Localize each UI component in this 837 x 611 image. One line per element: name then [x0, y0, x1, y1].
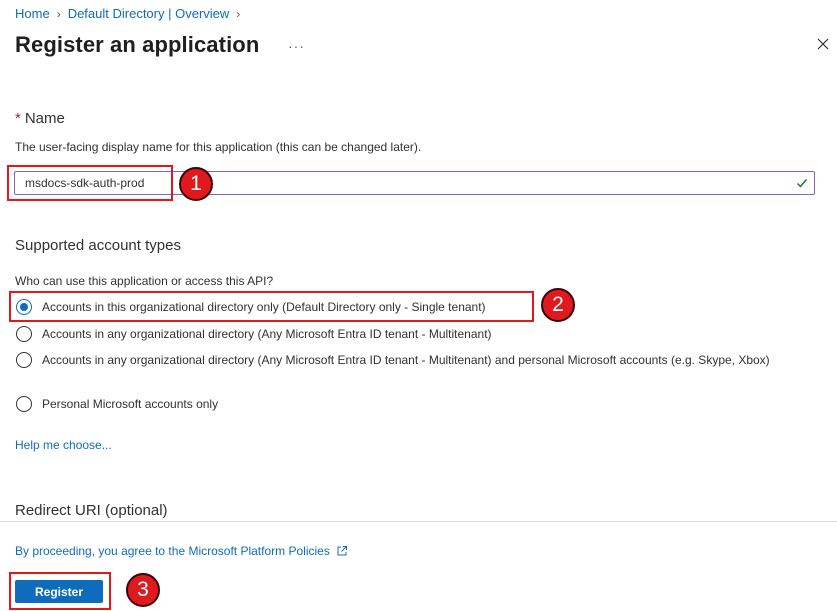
account-type-option-personal[interactable]: Personal Microsoft accounts only — [16, 396, 218, 412]
account-type-option-multitenant[interactable]: Accounts in any organizational directory… — [16, 326, 492, 342]
radio-button[interactable] — [16, 396, 32, 412]
account-types-question: Who can use this application or access t… — [15, 274, 274, 288]
radio-button[interactable] — [16, 326, 32, 342]
name-description: The user-facing display name for this ap… — [15, 140, 422, 154]
breadcrumb-home[interactable]: Home — [15, 6, 50, 21]
checkmark-icon — [797, 179, 808, 188]
chevron-right-icon: › — [56, 6, 61, 21]
callout-badge-1: 1 — [179, 167, 213, 201]
more-icon[interactable]: ··· — [288, 38, 305, 54]
help-me-choose-link[interactable]: Help me choose... — [15, 438, 112, 452]
required-marker: * — [15, 110, 21, 127]
callout-box-2 — [9, 291, 534, 322]
page-title: Register an application — [15, 32, 260, 57]
account-type-option-multitenant-personal[interactable]: Accounts in any organizational directory… — [16, 352, 806, 368]
chevron-right-icon: › — [236, 6, 241, 21]
callout-box-3 — [9, 572, 111, 610]
account-types-heading: Supported account types — [15, 237, 181, 254]
divider — [0, 521, 837, 522]
name-label-text: Name — [24, 110, 65, 127]
callout-badge-3: 3 — [126, 573, 160, 607]
policy-notice: By proceeding, you agree to the Microsof… — [15, 544, 348, 558]
name-label: * Name — [15, 110, 65, 127]
redirect-uri-heading: Redirect URI (optional) — [15, 502, 168, 519]
breadcrumb-default-directory[interactable]: Default Directory | Overview — [68, 6, 230, 21]
close-icon[interactable] — [816, 37, 830, 51]
breadcrumb: Home › Default Directory | Overview › — [15, 6, 247, 21]
external-link-icon — [337, 546, 347, 556]
account-type-label: Accounts in any organizational directory… — [42, 327, 492, 341]
account-type-label: Accounts in any organizational directory… — [42, 353, 770, 367]
radio-button[interactable] — [16, 352, 32, 368]
platform-policies-link[interactable]: By proceeding, you agree to the Microsof… — [15, 544, 330, 558]
callout-badge-2: 2 — [541, 288, 575, 322]
account-type-label: Personal Microsoft accounts only — [42, 397, 219, 411]
callout-box-1 — [7, 165, 173, 201]
